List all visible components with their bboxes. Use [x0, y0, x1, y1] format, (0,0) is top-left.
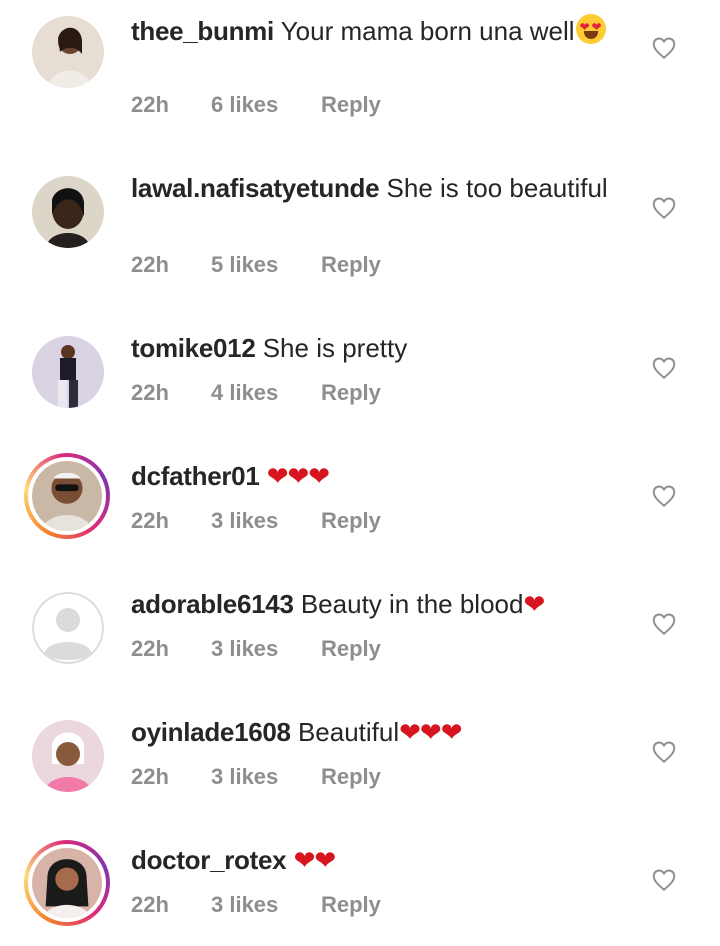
heart-outline-icon: [652, 197, 676, 220]
like-button[interactable]: [651, 739, 677, 765]
comment-username[interactable]: adorable6143: [131, 589, 294, 619]
like-button[interactable]: [651, 355, 677, 381]
comment-time: 22h: [131, 764, 169, 789]
comment-text: She is pretty: [262, 333, 408, 363]
comment-likes[interactable]: 3 likes: [211, 636, 321, 662]
avatar[interactable]: [32, 336, 104, 408]
heart-emoji-icon: ❤❤: [293, 845, 337, 875]
comment-likes[interactable]: 3 likes: [211, 892, 321, 918]
comment-text: Beauty in the blood: [300, 589, 524, 619]
heart-outline-icon: [652, 357, 676, 380]
comment-text: She is too beautiful: [386, 173, 608, 203]
avatar[interactable]: [32, 720, 104, 792]
like-button[interactable]: [651, 867, 677, 893]
avatar[interactable]: [32, 592, 104, 664]
comment-time: 22h: [131, 892, 169, 917]
comment-username[interactable]: dcfather01: [131, 461, 260, 491]
comment-username[interactable]: doctor_rotex: [131, 845, 287, 875]
avatar[interactable]: [32, 176, 104, 248]
avatar[interactable]: [24, 840, 110, 926]
heart-emoji-icon: ❤❤❤: [266, 461, 330, 491]
comment-likes[interactable]: 3 likes: [211, 508, 321, 534]
comment-likes[interactable]: 4 likes: [211, 380, 321, 406]
comment-username[interactable]: thee_bunmi: [131, 16, 274, 46]
comment-username[interactable]: lawal.nafisatyetunde: [131, 173, 380, 203]
reply-button[interactable]: Reply: [321, 92, 381, 118]
heart-emoji-icon: ❤❤❤: [399, 717, 462, 747]
heart-outline-icon: [652, 869, 676, 892]
like-button[interactable]: [651, 195, 677, 221]
reply-button[interactable]: Reply: [321, 892, 381, 918]
reply-button[interactable]: Reply: [321, 636, 381, 662]
comment-likes[interactable]: 6 likes: [211, 92, 321, 118]
like-button[interactable]: [651, 483, 677, 509]
reply-button[interactable]: Reply: [321, 252, 381, 278]
heart-emoji-icon: ❤: [523, 589, 545, 619]
reply-button[interactable]: Reply: [321, 508, 381, 534]
avatar[interactable]: [32, 16, 104, 88]
heart-outline-icon: [652, 485, 676, 508]
comment-username[interactable]: tomike012: [131, 333, 256, 363]
comment-time: 22h: [131, 636, 169, 661]
comments-list: thee_bunmi Your mama born una well ❤ ❤ 22h…: [0, 0, 720, 946]
comment-text: Your mama born una well: [280, 16, 575, 46]
reply-button[interactable]: Reply: [321, 380, 381, 406]
comment-likes[interactable]: 5 likes: [211, 252, 321, 278]
comment-time: 22h: [131, 380, 169, 405]
avatar[interactable]: [24, 453, 110, 539]
heart-outline-icon: [652, 741, 676, 764]
comment-time: 22h: [131, 252, 169, 277]
comment-time: 22h: [131, 92, 169, 117]
comment-username[interactable]: oyinlade1608: [131, 717, 291, 747]
reply-button[interactable]: Reply: [321, 764, 381, 790]
heart-outline-icon: [652, 37, 676, 60]
comment-time: 22h: [131, 508, 169, 533]
heart-eyes-emoji-icon: ❤ ❤: [575, 14, 606, 44]
like-button[interactable]: [651, 611, 677, 637]
comment-text: Beautiful: [297, 717, 400, 747]
heart-outline-icon: [652, 613, 676, 636]
comment-likes[interactable]: 3 likes: [211, 764, 321, 790]
like-button[interactable]: [651, 35, 677, 61]
